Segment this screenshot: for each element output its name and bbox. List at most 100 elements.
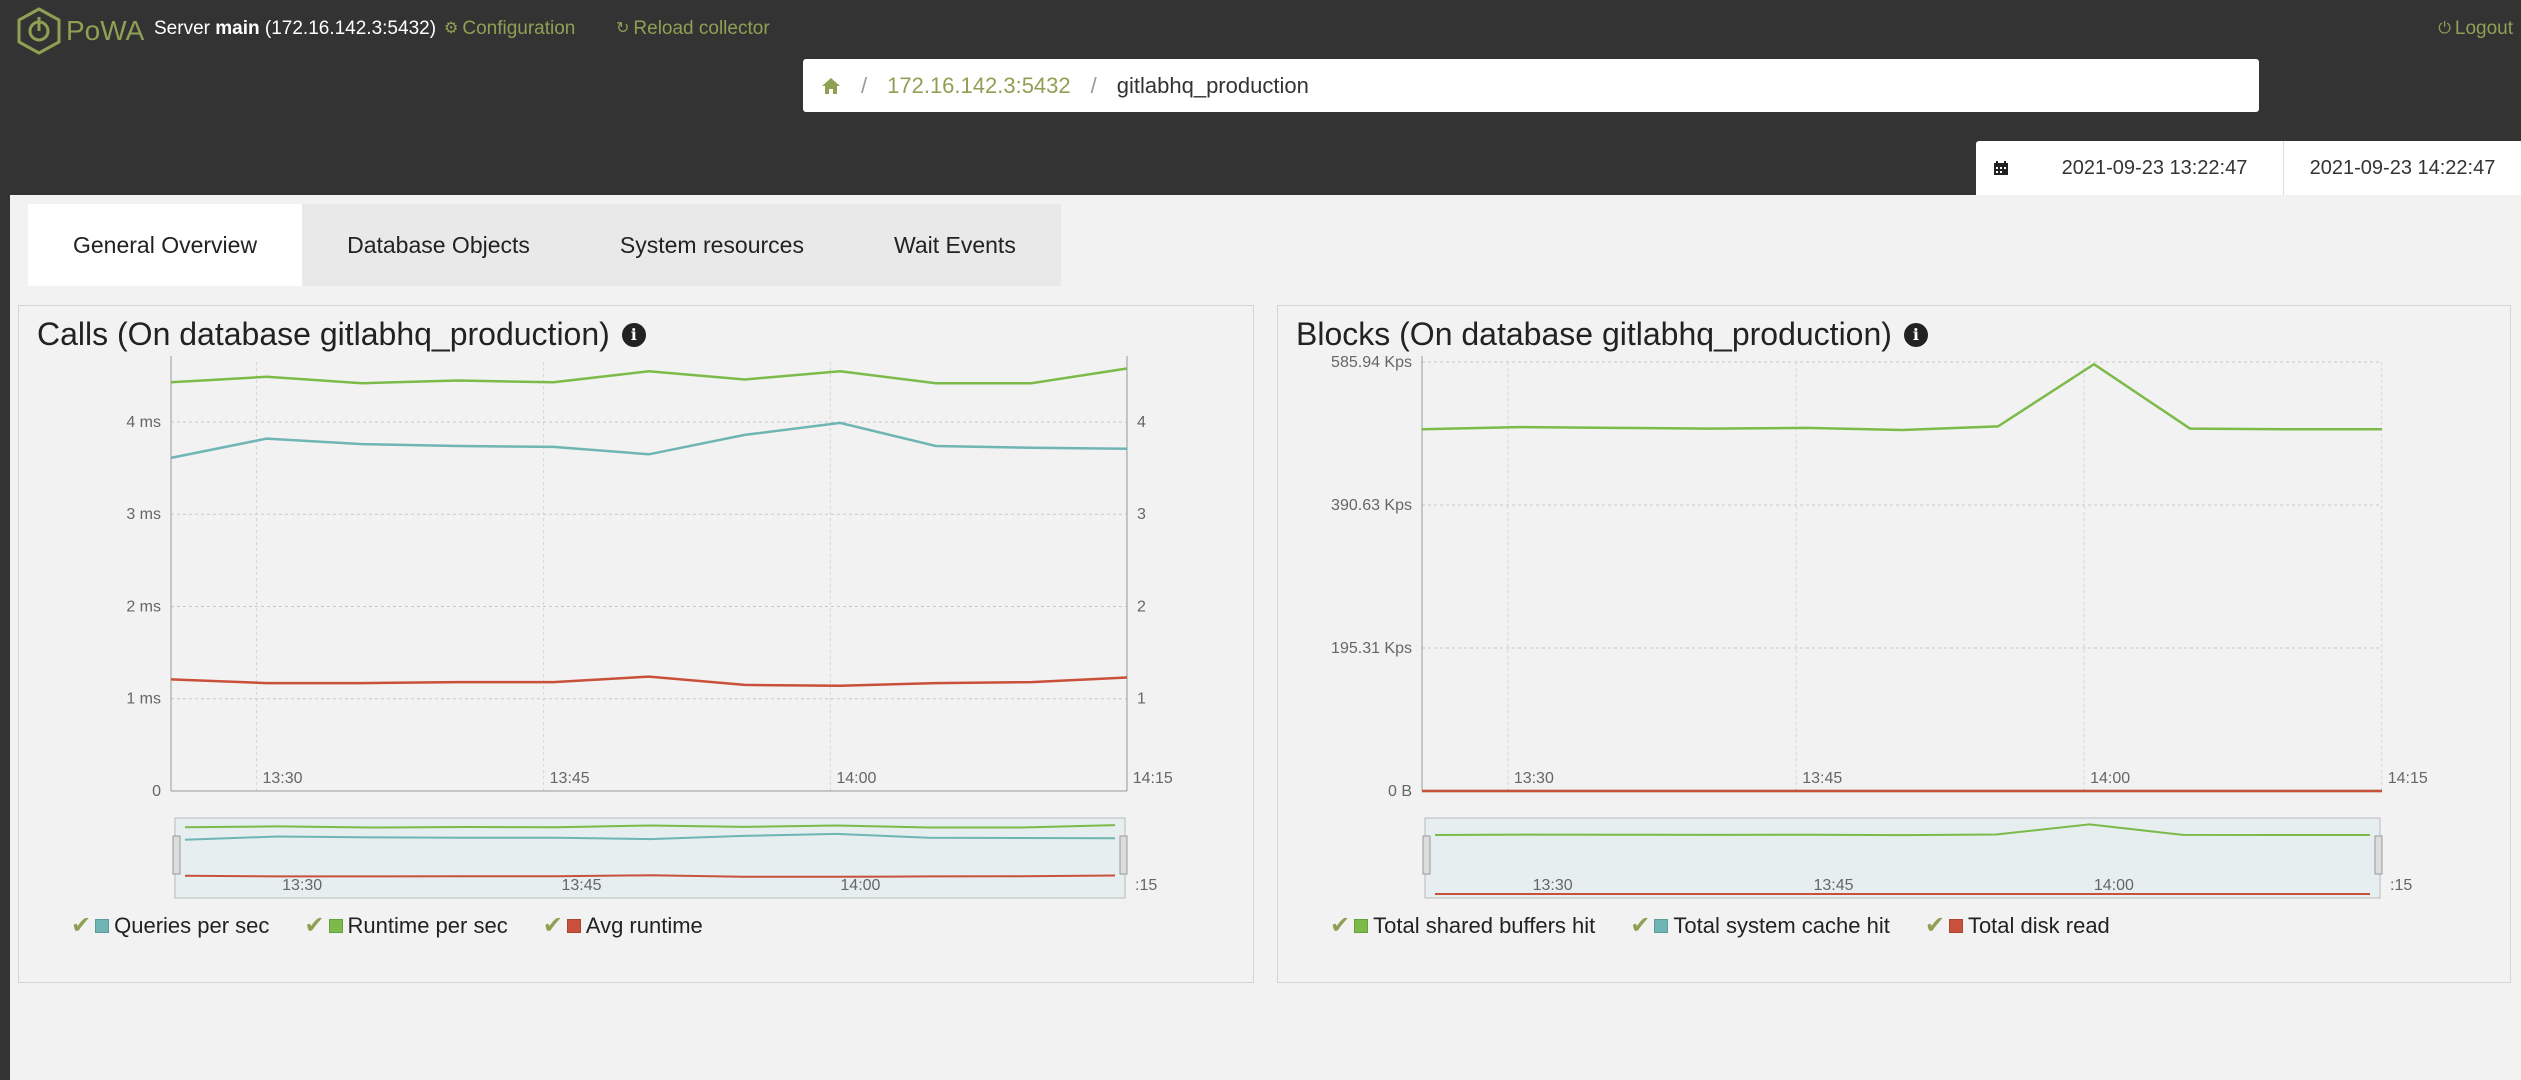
legend-item-shared-buffers-hit[interactable]: ✔ Total shared buffers hit	[1330, 911, 1595, 940]
blocks-chart-title: Blocks (On database gitlabhq_production)…	[1296, 316, 1928, 353]
navigator-handle-right	[1119, 835, 1128, 875]
calls-chart-title: Calls (On database gitlabhq_production) …	[37, 316, 646, 353]
calendar-icon[interactable]	[1976, 160, 2026, 176]
server-title: Server main (172.16.142.3:5432)	[154, 16, 436, 42]
legend-label: Runtime per sec	[347, 912, 508, 938]
check-icon: ✔	[1330, 912, 1351, 939]
legend-item-disk-read[interactable]: ✔ Total disk read	[1925, 911, 2110, 940]
y-tick-label: 0	[152, 783, 161, 800]
legend-label: Total shared buffers hit	[1373, 912, 1596, 938]
calls-chart-card: 0 1 ms 2 ms 3 ms 4 ms 13:30 13:45 14:00 14:15 13:…	[18, 305, 1254, 983]
reload-collector-label: Reload collector	[633, 18, 770, 39]
check-icon: ✔	[1924, 912, 1945, 939]
home-icon[interactable]	[821, 76, 841, 96]
legend-swatch	[1948, 918, 1963, 933]
legend-item-queries-per-sec[interactable]: ✔ Queries per sec	[71, 911, 269, 940]
legend-item-system-cache-hit[interactable]: ✔ Total system cache hit	[1630, 911, 1890, 940]
y-tick-label: 195.31 Kps	[1331, 640, 1412, 657]
navigator-tick-label: :15	[2390, 877, 2412, 894]
logout-link[interactable]: ⏻ Logout	[2438, 16, 2513, 42]
right-y-tick-label: 4	[1137, 414, 1146, 431]
blocks-title-text: Blocks (On database gitlabhq_production)	[1296, 316, 1892, 352]
legend-swatch	[566, 918, 581, 933]
y-tick-label: 390.63 Kps	[1331, 497, 1412, 514]
breadcrumb-separator: /	[1090, 72, 1097, 98]
x-tick-label: 13:30	[1514, 770, 1554, 787]
series-line-avg-runtime	[170, 675, 1128, 688]
legend-label: Queries per sec	[114, 912, 270, 938]
x-tick-label: 13:30	[262, 770, 302, 787]
power-icon: ⏻	[2438, 20, 2451, 37]
y-tick-label: 3 ms	[126, 506, 161, 523]
navigator-tick-label: 13:30	[1533, 877, 1573, 894]
breadcrumb-server-link[interactable]: 172.16.142.3:5432	[887, 73, 1071, 99]
y-tick-label: 0 B	[1388, 783, 1412, 800]
legend-swatch	[95, 918, 110, 933]
y-tick-label: 585.94 Kps	[1331, 354, 1412, 371]
y-tick-label: 2 ms	[126, 598, 161, 615]
check-icon: ✔	[71, 912, 92, 939]
legend-label: Total system cache hit	[1673, 912, 1890, 938]
legend-swatch	[1354, 918, 1369, 933]
y-tick-label: 4 ms	[126, 414, 161, 431]
legend-swatch	[328, 918, 343, 933]
server-prefix: Server	[154, 18, 216, 39]
legend-label: Total disk read	[1967, 912, 2110, 938]
main-content: General Overview Database Objects System…	[10, 195, 2521, 1080]
calls-chart[interactable]: 0 1 ms 2 ms 3 ms 4 ms 13:30 13:45 14:00 14:15 13:…	[19, 306, 1255, 984]
navigator-tick-label: 13:30	[282, 877, 322, 894]
legend-item-runtime-per-sec[interactable]: ✔ Runtime per sec	[304, 911, 507, 940]
x-tick-label: 13:45	[550, 770, 590, 787]
tab-general-overview[interactable]: General Overview	[28, 204, 303, 286]
tab-wait-events[interactable]: Wait Events	[849, 204, 1061, 286]
tab-database-objects[interactable]: Database Objects	[302, 204, 575, 286]
right-y-tick-label: 2	[1137, 598, 1146, 615]
date-to-input[interactable]: 2021-09-23 14:22:47	[2284, 157, 2521, 180]
tab-bar: General Overview Database Objects System…	[28, 204, 1061, 286]
navigator-handle-right	[2374, 835, 2383, 875]
check-icon: ✔	[304, 912, 325, 939]
server-address: (172.16.142.3:5432)	[259, 18, 437, 39]
legend-item-avg-runtime[interactable]: ✔ Avg runtime	[543, 911, 703, 940]
gear-icon: ⚙	[444, 20, 459, 37]
x-tick-label: 13:45	[1802, 770, 1842, 787]
date-range-picker[interactable]: 2021-09-23 13:22:47 2021-09-23 14:22:47	[1976, 141, 2521, 195]
breadcrumb-database: gitlabhq_production	[1116, 72, 1309, 98]
server-name: main	[215, 18, 260, 39]
configuration-link[interactable]: ⚙ Configuration	[444, 16, 575, 42]
blocks-chart[interactable]: 0 B 195.31 Kps 390.63 Kps 585.94 Kps 13:30 13…	[1278, 306, 2512, 984]
right-y-tick-label: 3	[1137, 506, 1146, 523]
info-icon[interactable]: i	[1903, 322, 1928, 347]
legend-label: Avg runtime	[585, 912, 703, 938]
series-line-queries-per-sec	[170, 421, 1128, 460]
breadcrumb-separator: /	[861, 72, 868, 98]
blocks-legend: ✔ Total shared buffers hit ✔ Total syste…	[1330, 911, 2145, 940]
navigator-tick-label: 14:00	[840, 877, 880, 894]
breadcrumb: / 172.16.142.3:5432 / gitlabhq_productio…	[803, 59, 2259, 112]
info-icon[interactable]: i	[621, 322, 646, 347]
check-icon: ✔	[1630, 912, 1651, 939]
navigator-handle-left	[1422, 835, 1431, 875]
series-line-runtime-per-sec	[170, 367, 1128, 385]
x-tick-label: 14:15	[1133, 770, 1173, 787]
top-navbar: PoWA Server main (172.16.142.3:5432) ⚙ C…	[0, 0, 2521, 195]
calls-title-text: Calls (On database gitlabhq_production)	[37, 316, 610, 352]
navigator-handle-left	[172, 835, 181, 875]
logo-text: PoWA	[66, 15, 145, 46]
navigator-tick-label: 13:45	[1813, 877, 1853, 894]
x-tick-label: 14:15	[2388, 770, 2428, 787]
navigator-tick-label: :15	[1135, 877, 1157, 894]
x-tick-label: 14:00	[2090, 770, 2130, 787]
legend-swatch	[1654, 918, 1669, 933]
reload-collector-link[interactable]: ↻ Reload collector	[616, 16, 770, 42]
date-from-input[interactable]: 2021-09-23 13:22:47	[2026, 141, 2284, 195]
navigator-tick-label: 13:45	[562, 877, 602, 894]
blocks-chart-card: 0 B 195.31 Kps 390.63 Kps 585.94 Kps 13:30 13…	[1277, 305, 2511, 983]
powa-logo[interactable]: PoWA	[16, 7, 144, 55]
logout-label: Logout	[2454, 18, 2513, 39]
check-icon: ✔	[542, 912, 563, 939]
tab-system-resources[interactable]: System resources	[575, 204, 849, 286]
series-line-total-shared-buffers-hit	[1421, 362, 2382, 432]
y-tick-label: 1 ms	[126, 691, 161, 708]
calls-legend: ✔ Queries per sec ✔ Runtime per sec ✔ Av…	[71, 911, 738, 940]
